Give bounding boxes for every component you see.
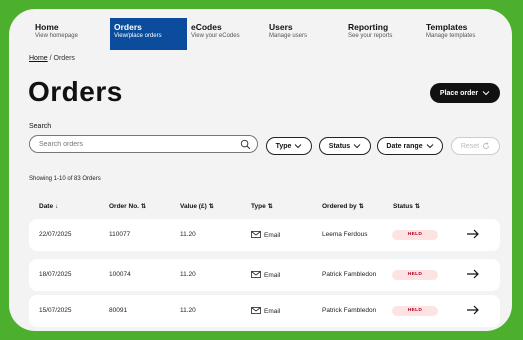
sort-icon: ⇅ bbox=[267, 204, 273, 210]
chevron-down-icon bbox=[295, 144, 302, 149]
sort-icon: ⇅ bbox=[208, 204, 214, 210]
table-row[interactable]: 22/07/2025 110077 11.20 Email Leema Ferd… bbox=[29, 219, 500, 251]
email-icon bbox=[251, 271, 261, 278]
type-cell: Email bbox=[251, 271, 280, 279]
sort-icon: ⇅ bbox=[414, 204, 420, 210]
column-header-type[interactable]: Type ⇅ bbox=[251, 203, 273, 210]
app-frame: Home View homepage Orders View/place ord… bbox=[9, 9, 512, 331]
search-field bbox=[29, 135, 258, 153]
search-label: Search bbox=[29, 123, 52, 130]
status-filter-button[interactable]: Status bbox=[319, 137, 371, 155]
results-count: Showing 1-10 of 83 Orders bbox=[29, 176, 101, 182]
breadcrumb-current: Orders bbox=[53, 55, 75, 62]
ordered-by-cell: Patrick Fambledon bbox=[322, 271, 377, 278]
search-input[interactable] bbox=[39, 139, 229, 150]
date-cell: 15/07/2025 bbox=[39, 307, 72, 314]
reset-button[interactable]: Reset bbox=[451, 137, 500, 155]
table-header: Date ↓ Order No. ⇅ Value (£) ⇅ Type ⇅ Ordere… bbox=[9, 203, 512, 215]
nav-item-subtitle: View homepage bbox=[35, 33, 78, 39]
status-badge: HELD bbox=[392, 306, 438, 316]
ordered-by-cell: Leema Ferdous bbox=[322, 231, 368, 238]
column-header-value[interactable]: Value (£) ⇅ bbox=[180, 203, 214, 210]
type-cell: Email bbox=[251, 307, 280, 315]
column-header-label: Order No. bbox=[109, 203, 139, 210]
nav-item-title: eCodes bbox=[191, 22, 222, 32]
order-no-cell: 100074 bbox=[109, 271, 131, 278]
order-no-cell: 80091 bbox=[109, 307, 128, 314]
page-title: Orders bbox=[28, 76, 123, 107]
column-header-label: Date bbox=[39, 203, 54, 210]
email-icon bbox=[251, 231, 261, 238]
reset-icon bbox=[483, 142, 490, 149]
column-header-label: Type bbox=[251, 203, 266, 210]
column-header-status[interactable]: Status ⇅ bbox=[393, 203, 420, 210]
nav-item-subtitle: View your eCodes bbox=[191, 33, 240, 39]
chevron-down-icon bbox=[426, 144, 433, 149]
status-badge: HELD bbox=[392, 270, 438, 280]
column-header-ordered-by[interactable]: Ordered by ⇅ bbox=[322, 203, 364, 210]
nav-item-title: Users bbox=[269, 22, 293, 32]
place-order-label: Place order bbox=[439, 89, 479, 97]
status-badge: HELD bbox=[392, 230, 438, 240]
type-label: Email bbox=[264, 308, 281, 315]
arrow-right-icon[interactable] bbox=[466, 267, 480, 281]
arrow-right-icon[interactable] bbox=[466, 303, 480, 317]
sort-icon: ⇅ bbox=[140, 204, 147, 210]
column-header-label: Ordered by bbox=[322, 203, 357, 210]
table-row[interactable]: 18/07/2025 100074 11.20 Email Patrick Fa… bbox=[29, 259, 500, 291]
search-icon[interactable] bbox=[240, 139, 251, 150]
breadcrumb-home-link[interactable]: Home bbox=[29, 55, 48, 62]
place-order-button[interactable]: Place order bbox=[430, 83, 500, 103]
column-header-label: Status bbox=[393, 203, 413, 210]
value-cell: 11.20 bbox=[180, 307, 196, 314]
column-header-order-no[interactable]: Order No. ⇅ bbox=[109, 203, 146, 210]
nav-item-reporting[interactable]: Reporting See your reports bbox=[344, 18, 422, 50]
chevron-down-icon bbox=[353, 144, 361, 149]
type-filter-label: Type bbox=[275, 142, 292, 150]
nav-item-subtitle: Manage users bbox=[269, 33, 308, 39]
breadcrumb: Home / Orders bbox=[29, 55, 75, 62]
nav-item-users[interactable]: Users Manage users bbox=[265, 18, 344, 50]
nav-item-subtitle: Manage templates bbox=[426, 33, 476, 39]
order-no-cell: 110077 bbox=[109, 231, 131, 238]
type-label: Email bbox=[264, 272, 281, 279]
value-cell: 11.20 bbox=[180, 231, 196, 238]
nav-item-title: Orders bbox=[114, 22, 142, 32]
column-header-label: Value (£) bbox=[180, 203, 207, 210]
nav-item-orders[interactable]: Orders View/place orders bbox=[110, 18, 187, 50]
type-cell: Email bbox=[251, 231, 280, 239]
status-filter-label: Status bbox=[328, 142, 351, 150]
arrow-right-icon[interactable] bbox=[466, 227, 480, 241]
nav-item-ecodes[interactable]: eCodes View your eCodes bbox=[187, 18, 265, 50]
date-cell: 18/07/2025 bbox=[39, 271, 72, 278]
reset-label: Reset bbox=[460, 142, 480, 150]
nav-item-subtitle: View/place orders bbox=[114, 33, 162, 39]
nav-item-title: Reporting bbox=[348, 22, 389, 32]
nav-item-templates[interactable]: Templates Manage templates bbox=[422, 18, 502, 50]
top-nav: Home View homepage Orders View/place ord… bbox=[31, 18, 512, 50]
sort-icon: ⇅ bbox=[358, 204, 364, 210]
value-cell: 11.20 bbox=[180, 271, 196, 278]
email-icon bbox=[251, 307, 261, 314]
column-header-date[interactable]: Date ↓ bbox=[39, 203, 58, 210]
date-range-filter-label: Date range bbox=[386, 142, 423, 150]
nav-item-home[interactable]: Home View homepage bbox=[31, 18, 110, 50]
type-label: Email bbox=[264, 232, 281, 239]
ordered-by-cell: Patrick Fambledon bbox=[322, 307, 377, 314]
date-cell: 22/07/2025 bbox=[39, 231, 72, 238]
type-filter-button[interactable]: Type bbox=[266, 137, 312, 155]
nav-item-title: Templates bbox=[426, 22, 468, 32]
nav-item-title: Home bbox=[35, 22, 59, 32]
chevron-down-icon bbox=[482, 91, 490, 96]
table-row[interactable]: 15/07/2025 80091 11.20 Email Patrick Fam… bbox=[29, 295, 500, 327]
sort-descending-icon: ↓ bbox=[55, 204, 59, 210]
nav-item-subtitle: See your reports bbox=[348, 33, 393, 39]
date-range-filter-button[interactable]: Date range bbox=[377, 137, 443, 155]
